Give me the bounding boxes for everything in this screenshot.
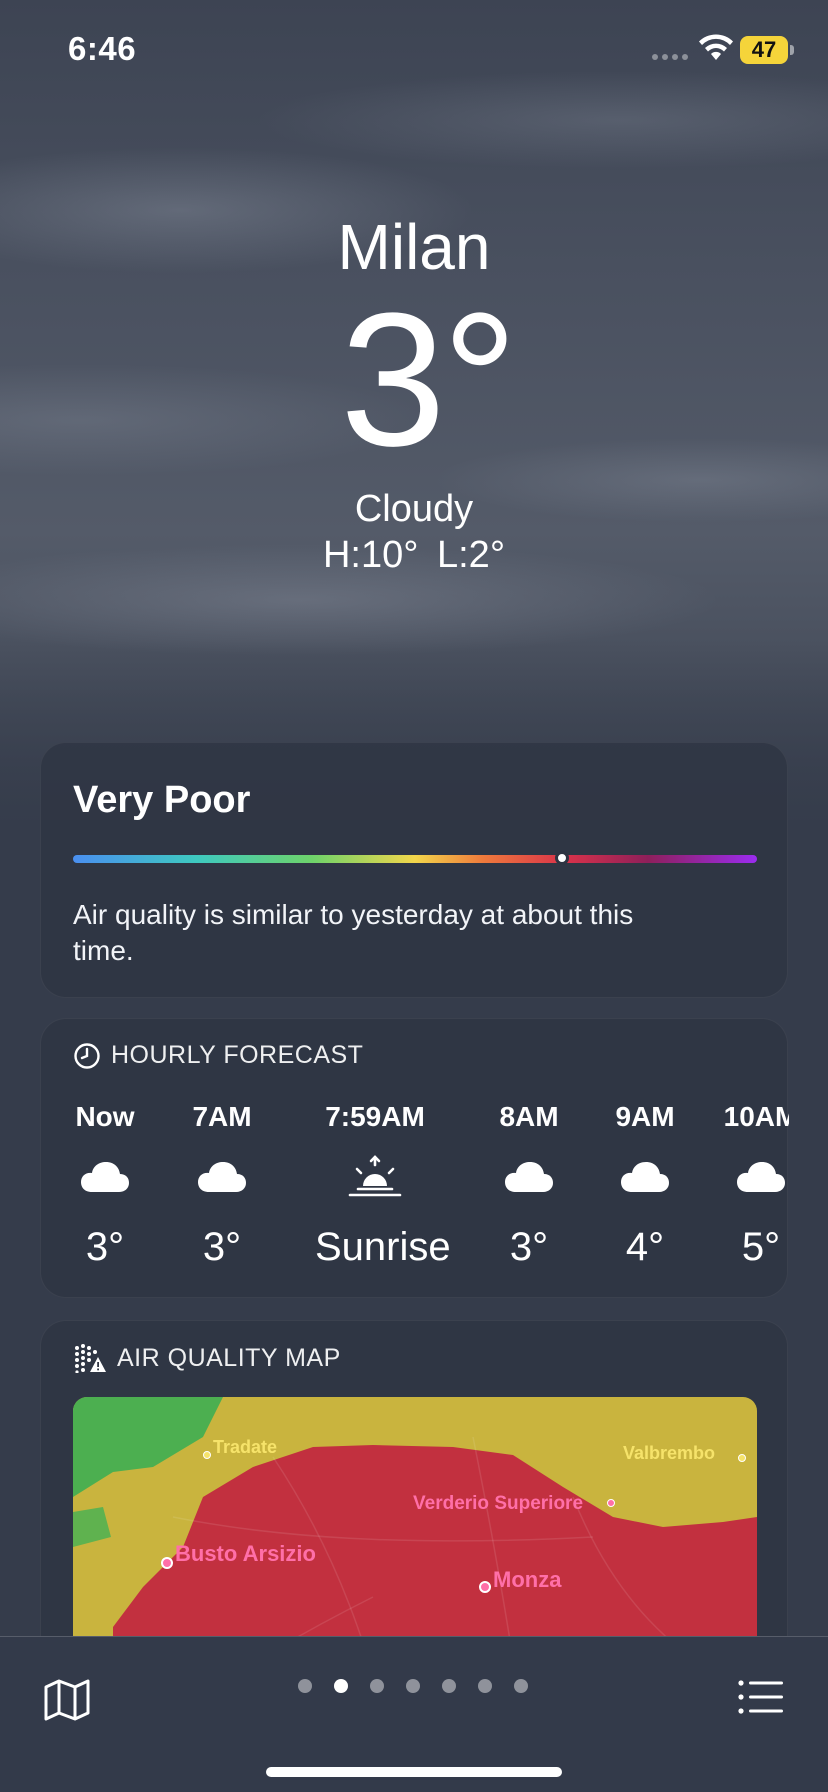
hourly-time-label: 7AM: [192, 1101, 252, 1132]
status-time: 6:46: [68, 30, 137, 67]
map-pin-tradate[interactable]: [203, 1451, 211, 1459]
current-temperature: 3°: [340, 274, 518, 486]
hourly-value: Sunrise: [315, 1225, 451, 1269]
hourly-time-label: 7:59AM: [325, 1101, 425, 1132]
air-quality-scale: [73, 851, 757, 865]
map-label-busto-arsizio: Busto Arsizio: [175, 1541, 316, 1566]
map-pin-verderio-superiore[interactable]: [607, 1499, 615, 1507]
hourly-value: 3°: [202, 1225, 242, 1269]
air-quality-description: Air quality is similar to yesterday at a…: [73, 899, 634, 966]
hourly-item: 8AM 3°: [469, 1097, 589, 1277]
hourly-forecast-card[interactable]: HOURLY FORECAST Now 3° 7AM 3° 7:59AM Sunrise 8…: [40, 1018, 789, 1298]
clock-icon: [74, 1042, 100, 1069]
hourly-time-label: 9AM: [615, 1101, 675, 1132]
status-bar: 6:46 47: [0, 0, 828, 100]
page-dot[interactable]: [298, 1679, 312, 1693]
cloud-icon: [469, 1137, 589, 1217]
cellular-signal-icon: [652, 54, 688, 60]
page-dot[interactable]: [514, 1679, 528, 1693]
page-dot[interactable]: [478, 1679, 492, 1693]
sunrise-icon: [315, 1137, 435, 1217]
map-label-verderio-superiore: Verderio Superiore: [413, 1493, 584, 1514]
hourly-value: 3°: [85, 1225, 125, 1269]
weather-condition: Cloudy: [354, 488, 474, 530]
air-quality-card[interactable]: Very Poor Air quality is similar to yest…: [40, 742, 788, 998]
page-dot[interactable]: [406, 1679, 420, 1693]
wifi-icon: [699, 34, 733, 60]
city-name: Milan: [337, 211, 491, 283]
hourly-forecast-title: HOURLY FORECAST: [111, 1041, 364, 1069]
page-indicator[interactable]: [298, 1679, 528, 1693]
air-quality-map-icon: [75, 1344, 106, 1373]
hourly-item: 7AM 3°: [162, 1097, 282, 1277]
map-pin-busto-arsizio[interactable]: [161, 1557, 173, 1569]
home-indicator[interactable]: [266, 1767, 562, 1777]
high-low-temperature: H:10° L:2°: [322, 534, 506, 576]
hourly-value: 3°: [509, 1225, 549, 1269]
bottom-toolbar: [0, 1636, 828, 1792]
cloud-icon: [162, 1137, 282, 1217]
page-dot[interactable]: [370, 1679, 384, 1693]
map-label-tradate: Tradate: [213, 1437, 278, 1457]
hourly-item: 7:59AM Sunrise: [315, 1097, 451, 1277]
hourly-forecast-header: HOURLY FORECAST: [73, 1041, 363, 1070]
battery-indicator: 47: [740, 36, 788, 64]
map-pin-monza[interactable]: [479, 1581, 491, 1593]
map-icon[interactable]: [44, 1679, 90, 1721]
air-quality-map-header: AIR QUALITY MAP: [73, 1343, 341, 1373]
hourly-time-label: Now: [75, 1101, 135, 1132]
cloud-icon: [701, 1137, 789, 1217]
hourly-value: 4°: [625, 1225, 665, 1269]
air-quality-map-title: AIR QUALITY MAP: [117, 1343, 341, 1372]
hourly-value: 5°: [741, 1225, 781, 1269]
hourly-item: 10AM 5°: [701, 1097, 789, 1277]
cloud-icon: [585, 1137, 705, 1217]
air-quality-category: Very Poor: [73, 779, 251, 821]
page-dot[interactable]: [334, 1679, 348, 1693]
list-icon[interactable]: [738, 1679, 784, 1715]
cloud-icon: [45, 1137, 165, 1217]
hourly-time-label: 8AM: [499, 1101, 559, 1132]
air-quality-marker: [555, 851, 570, 865]
map-pin-valbrembo[interactable]: [738, 1454, 746, 1462]
page-dot[interactable]: [442, 1679, 456, 1693]
battery-cap: [790, 45, 794, 55]
map-label-monza: Monza: [493, 1567, 562, 1592]
hourly-item: 9AM 4°: [585, 1097, 705, 1277]
hourly-item: Now 3°: [45, 1097, 165, 1277]
hourly-time-label: 10AM: [723, 1101, 789, 1132]
map-label-valbrembo: Valbrembo: [623, 1443, 716, 1463]
hourly-scroll[interactable]: Now 3° 7AM 3° 7:59AM Sunrise 8AM 3° 9AM 4° 10AM 5°: [41, 1097, 789, 1297]
